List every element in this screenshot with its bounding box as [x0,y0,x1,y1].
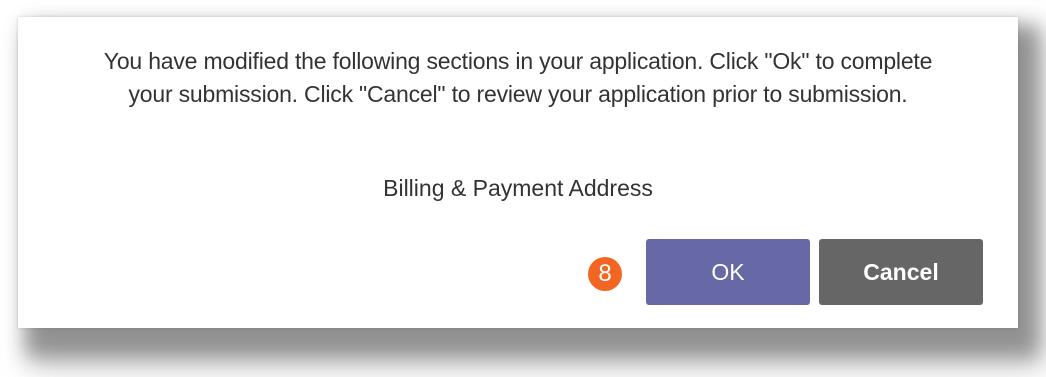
dialog-message-line-2: your submission. Click "Cancel" to revie… [128,81,908,107]
dialog-message-line-1: You have modified the following sections… [103,48,933,74]
step-number-badge: 8 [588,257,622,291]
ok-button[interactable]: OK [646,239,810,305]
modified-section-name: Billing & Payment Address [383,175,653,201]
dialog-message: You have modified the following sections… [28,45,1008,111]
confirmation-dialog: You have modified the following sections… [18,17,1018,328]
screenshot-stage: You have modified the following sections… [0,0,1046,377]
cancel-button[interactable]: Cancel [819,239,983,305]
